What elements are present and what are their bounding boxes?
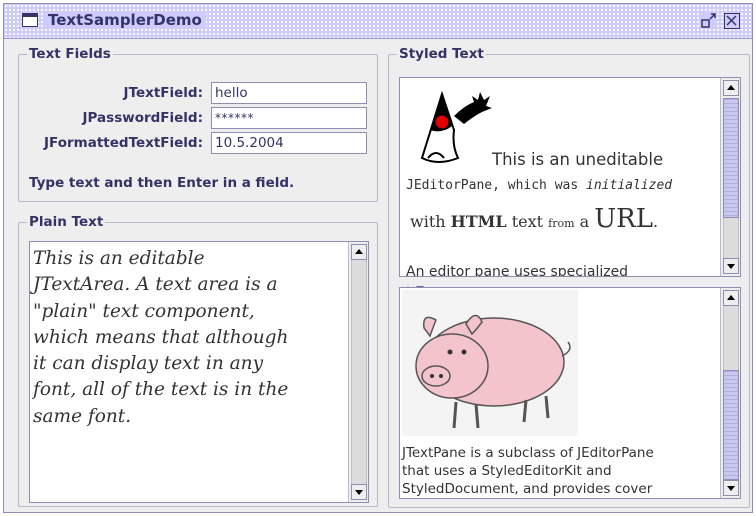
scroll-down-button[interactable] — [351, 484, 367, 500]
scroll-thumb[interactable] — [723, 98, 739, 218]
close-button[interactable] — [724, 13, 740, 29]
scroll-up-button[interactable] — [351, 244, 367, 260]
scroll-track[interactable] — [723, 306, 739, 370]
jformattedtextfield-input[interactable]: 10.5.2004 — [211, 132, 367, 154]
editor-text-line4: An editor pane uses specialized — [406, 264, 629, 277]
editor-text-url: URL — [594, 204, 654, 234]
panel-title-styled-text: Styled Text — [397, 45, 486, 63]
text-area[interactable]: This is an editable JTextArea. A text ar… — [33, 246, 333, 430]
duke-mascot-icon — [408, 86, 496, 170]
text-area-line: JTextArea. A text area is a — [33, 274, 278, 296]
window-title: TextSamplerDemo — [44, 11, 206, 29]
scroll-track[interactable] — [723, 218, 739, 258]
panel-title-plain-text: Plain Text — [27, 213, 106, 231]
editor-text-line1: This is an uneditable — [492, 150, 664, 169]
text-pane-text: JTextPane is a subclass of JEditorPane t… — [402, 444, 654, 498]
editor-text-a: a — [574, 212, 595, 231]
pig-icon — [402, 290, 578, 440]
editor-text-line2: JEditorPane, which was initialized — [406, 178, 672, 193]
editor-text-html: HTML — [450, 212, 507, 231]
text-area-line: it can display text in any — [33, 353, 264, 375]
editor-pane-scrollbar[interactable] — [720, 78, 740, 276]
styled-text-panel: Styled Text This is an uneditable JEdito… — [388, 45, 750, 508]
scroll-thumb[interactable] — [723, 370, 739, 480]
text-area-line: "plain" text component, — [33, 300, 255, 322]
text-fields-panel: Text Fields JTextField: hello JPasswordF… — [18, 45, 378, 202]
text-area-line: This is an editable — [33, 248, 205, 269]
text-pane-line: JTextPane is a subclass of JEditorPane — [402, 445, 654, 461]
scroll-up-button[interactable] — [723, 290, 739, 306]
text-area-scrollbar[interactable] — [348, 242, 368, 502]
editor-pane[interactable]: This is an uneditable JEditorPane, which… — [400, 78, 720, 276]
editor-text-with: with — [410, 212, 451, 231]
scroll-track[interactable] — [351, 260, 367, 484]
window-icon — [22, 13, 38, 27]
editor-text-line2-plain: JEditorPane, which was — [406, 178, 587, 193]
jpasswordfield-input[interactable]: ****** — [211, 107, 367, 129]
restore-button[interactable] — [701, 13, 717, 29]
app-window: TextSamplerDemo Text Fields JTextField: — [3, 3, 753, 513]
text-area-line: font, all of the text is in the — [33, 379, 289, 401]
jpasswordfield-label: JPasswordField: — [82, 110, 204, 126]
text-pane-line: that uses a StyledEditorKit and — [402, 463, 612, 479]
text-area-scroll-pane: This is an editable JTextArea. A text ar… — [29, 241, 369, 503]
split-pane-divider[interactable] — [399, 277, 741, 292]
scroll-down-button[interactable] — [723, 258, 739, 274]
instruction-text: Type text and then Enter in a field. — [29, 175, 295, 191]
editor-text-line3: with HTML text from a URL. — [410, 204, 658, 239]
editor-text-line2-italic: initialized — [586, 178, 673, 193]
editor-text-period: . — [653, 212, 659, 231]
panel-title-text-fields: Text Fields — [27, 45, 113, 63]
text-pane-scroll-pane: JTextPane is a subclass of JEditorPane t… — [399, 287, 741, 499]
editor-text-text: text — [506, 212, 549, 231]
jtextfield-input[interactable]: hello — [211, 82, 367, 104]
text-area-line: which means that although — [33, 326, 289, 348]
editor-pane-scroll-pane: This is an uneditable JEditorPane, which… — [399, 77, 741, 277]
jtextfield-label: JTextField: — [123, 85, 203, 101]
plain-text-panel: Plain Text This is an editable JTextArea… — [18, 213, 378, 507]
jformattedtextfield-label: JFormattedTextField: — [44, 135, 203, 151]
editor-text-from: from — [548, 217, 575, 230]
scroll-down-button[interactable] — [723, 480, 739, 496]
text-pane-scrollbar[interactable] — [720, 288, 740, 498]
scroll-up-button[interactable] — [723, 80, 739, 96]
text-pane[interactable]: JTextPane is a subclass of JEditorPane t… — [400, 288, 720, 498]
text-pane-line: StyledDocument, and provides cover — [402, 481, 653, 497]
text-area-line: same font. — [33, 405, 132, 427]
title-bar[interactable]: TextSamplerDemo — [4, 4, 752, 39]
